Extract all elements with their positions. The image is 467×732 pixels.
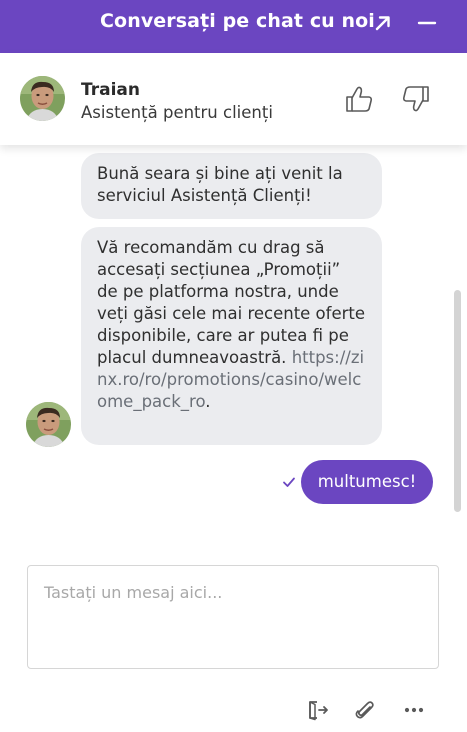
message-text: Bună seara și bine ați venit la serviciu… <box>97 164 343 205</box>
exit-icon[interactable] <box>306 698 330 722</box>
scrollbar-thumb[interactable] <box>454 290 461 512</box>
agent-header: Traian Asistență pentru clienți <box>0 53 467 145</box>
agent-role: Asistență pentru clienți <box>81 103 273 122</box>
user-message: multumesc! <box>301 460 433 504</box>
agent-message: Bună seara și bine ați venit la serviciu… <box>81 153 382 219</box>
thumbs-down-icon[interactable] <box>400 83 432 115</box>
agent-name: Traian <box>81 80 140 100</box>
minimize-icon[interactable] <box>417 12 437 34</box>
message-input[interactable] <box>27 565 439 669</box>
more-icon[interactable] <box>402 698 426 722</box>
chat-header: Conversați pe chat cu noi <box>0 0 467 53</box>
external-link-icon[interactable] <box>372 12 394 34</box>
delivered-check-icon <box>283 477 295 487</box>
message-suffix: . <box>205 392 211 411</box>
chat-title: Conversați pe chat cu noi <box>100 10 375 32</box>
agent-message: Vă recomandăm cu drag să accesați secțiu… <box>81 227 382 445</box>
paperclip-icon[interactable] <box>353 698 377 722</box>
agent-avatar <box>26 402 71 447</box>
agent-avatar <box>20 76 65 121</box>
thumbs-up-icon[interactable] <box>343 83 375 115</box>
